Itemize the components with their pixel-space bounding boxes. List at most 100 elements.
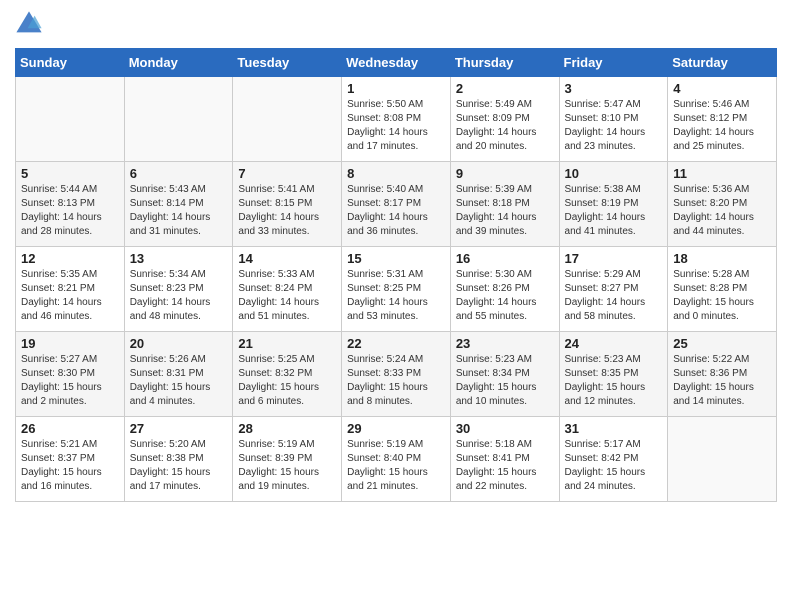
day-info: Sunrise: 5:25 AM Sunset: 8:32 PM Dayligh… bbox=[238, 353, 336, 409]
calendar-cell: 21 Sunrise: 5:25 AM Sunset: 8:32 PM Dayli… bbox=[233, 332, 342, 417]
day-number: 7 bbox=[238, 166, 336, 181]
calendar-week-4: 19 Sunrise: 5:27 AM Sunset: 8:30 PM Dayli… bbox=[16, 332, 777, 417]
calendar-cell: 6 Sunrise: 5:43 AM Sunset: 8:14 PM Daylig… bbox=[124, 162, 233, 247]
day-number: 28 bbox=[238, 421, 336, 436]
day-number: 19 bbox=[21, 336, 119, 351]
page-header bbox=[15, 10, 777, 38]
day-number: 17 bbox=[565, 251, 663, 266]
day-info: Sunrise: 5:28 AM Sunset: 8:28 PM Dayligh… bbox=[673, 268, 771, 324]
calendar-cell: 17Sunrise: 5:29 AM Sunset: 8:27 PM Dayli… bbox=[559, 247, 668, 332]
day-number: 23 bbox=[456, 336, 554, 351]
calendar-cell: 4Sunrise: 5:46 AM Sunset: 8:12 PM Daylig… bbox=[668, 77, 777, 162]
header-tuesday: Tuesday bbox=[233, 49, 342, 77]
day-info: Sunrise: 5:36 AM Sunset: 8:20 PM Dayligh… bbox=[673, 183, 771, 239]
calendar-cell: 28 Sunrise: 5:19 AM Sunset: 8:39 PM Dayli… bbox=[233, 417, 342, 502]
calendar-cell: 23 Sunrise: 5:23 AM Sunset: 8:34 PM Dayli… bbox=[450, 332, 559, 417]
calendar-cell bbox=[668, 417, 777, 502]
day-info: Sunrise: 5:30 AM Sunset: 8:26 PM Dayligh… bbox=[456, 268, 554, 324]
day-info: Sunrise: 5:34 AM Sunset: 8:23 PM Dayligh… bbox=[130, 268, 228, 324]
day-number: 21 bbox=[238, 336, 336, 351]
day-number: 14 bbox=[238, 251, 336, 266]
day-number: 4 bbox=[673, 81, 771, 96]
calendar-cell: 31 Sunrise: 5:17 AM Sunset: 8:42 PM Dayli… bbox=[559, 417, 668, 502]
calendar-week-5: 26 Sunrise: 5:21 AM Sunset: 8:37 PM Dayli… bbox=[16, 417, 777, 502]
calendar-cell: 24 Sunrise: 5:23 AM Sunset: 8:35 PM Dayli… bbox=[559, 332, 668, 417]
calendar-cell: 10 Sunrise: 5:38 AM Sunset: 8:19 PM Dayli… bbox=[559, 162, 668, 247]
day-number: 5 bbox=[21, 166, 119, 181]
day-number: 25 bbox=[673, 336, 771, 351]
day-info: Sunrise: 5:27 AM Sunset: 8:30 PM Dayligh… bbox=[21, 353, 119, 409]
day-number: 31 bbox=[565, 421, 663, 436]
day-number: 1 bbox=[347, 81, 445, 96]
logo-icon bbox=[15, 10, 43, 38]
day-number: 27 bbox=[130, 421, 228, 436]
day-number: 2 bbox=[456, 81, 554, 96]
day-info: Sunrise: 5:19 AM Sunset: 8:40 PM Dayligh… bbox=[347, 438, 445, 494]
day-info: Sunrise: 5:20 AM Sunset: 8:38 PM Dayligh… bbox=[130, 438, 228, 494]
header-saturday: Saturday bbox=[668, 49, 777, 77]
day-info: Sunrise: 5:50 AM Sunset: 8:08 PM Dayligh… bbox=[347, 98, 445, 154]
day-info: Sunrise: 5:26 AM Sunset: 8:31 PM Dayligh… bbox=[130, 353, 228, 409]
day-number: 6 bbox=[130, 166, 228, 181]
calendar-cell: 29 Sunrise: 5:19 AM Sunset: 8:40 PM Dayli… bbox=[342, 417, 451, 502]
calendar-table: SundayMondayTuesdayWednesdayThursdayFrid… bbox=[15, 48, 777, 502]
day-info: Sunrise: 5:19 AM Sunset: 8:39 PM Dayligh… bbox=[238, 438, 336, 494]
calendar-cell: 7 Sunrise: 5:41 AM Sunset: 8:15 PM Daylig… bbox=[233, 162, 342, 247]
day-number: 22 bbox=[347, 336, 445, 351]
day-info: Sunrise: 5:47 AM Sunset: 8:10 PM Dayligh… bbox=[565, 98, 663, 154]
calendar-cell: 26 Sunrise: 5:21 AM Sunset: 8:37 PM Dayli… bbox=[16, 417, 125, 502]
day-info: Sunrise: 5:35 AM Sunset: 8:21 PM Dayligh… bbox=[21, 268, 119, 324]
calendar-week-2: 5 Sunrise: 5:44 AM Sunset: 8:13 PM Daylig… bbox=[16, 162, 777, 247]
calendar-cell: 22 Sunrise: 5:24 AM Sunset: 8:33 PM Dayli… bbox=[342, 332, 451, 417]
calendar-cell: 27 Sunrise: 5:20 AM Sunset: 8:38 PM Dayli… bbox=[124, 417, 233, 502]
day-number: 24 bbox=[565, 336, 663, 351]
day-info: Sunrise: 5:23 AM Sunset: 8:35 PM Dayligh… bbox=[565, 353, 663, 409]
calendar-cell: 2 Sunrise: 5:49 AM Sunset: 8:09 PM Daylig… bbox=[450, 77, 559, 162]
header-monday: Monday bbox=[124, 49, 233, 77]
calendar-cell: 3 Sunrise: 5:47 AM Sunset: 8:10 PM Daylig… bbox=[559, 77, 668, 162]
header-thursday: Thursday bbox=[450, 49, 559, 77]
calendar-cell bbox=[233, 77, 342, 162]
calendar-cell: 25Sunrise: 5:22 AM Sunset: 8:36 PM Dayli… bbox=[668, 332, 777, 417]
calendar-cell: 11 Sunrise: 5:36 AM Sunset: 8:20 PM Dayli… bbox=[668, 162, 777, 247]
day-info: Sunrise: 5:43 AM Sunset: 8:14 PM Dayligh… bbox=[130, 183, 228, 239]
day-info: Sunrise: 5:41 AM Sunset: 8:15 PM Dayligh… bbox=[238, 183, 336, 239]
calendar-cell: 5 Sunrise: 5:44 AM Sunset: 8:13 PM Daylig… bbox=[16, 162, 125, 247]
calendar-cell: 9Sunrise: 5:39 AM Sunset: 8:18 PM Daylig… bbox=[450, 162, 559, 247]
header-sunday: Sunday bbox=[16, 49, 125, 77]
day-info: Sunrise: 5:33 AM Sunset: 8:24 PM Dayligh… bbox=[238, 268, 336, 324]
day-number: 12 bbox=[21, 251, 119, 266]
day-info: Sunrise: 5:49 AM Sunset: 8:09 PM Dayligh… bbox=[456, 98, 554, 154]
day-number: 8 bbox=[347, 166, 445, 181]
day-number: 29 bbox=[347, 421, 445, 436]
day-number: 18 bbox=[673, 251, 771, 266]
day-number: 13 bbox=[130, 251, 228, 266]
calendar-cell: 14 Sunrise: 5:33 AM Sunset: 8:24 PM Dayli… bbox=[233, 247, 342, 332]
logo bbox=[15, 10, 47, 38]
day-info: Sunrise: 5:17 AM Sunset: 8:42 PM Dayligh… bbox=[565, 438, 663, 494]
calendar-cell bbox=[16, 77, 125, 162]
day-info: Sunrise: 5:39 AM Sunset: 8:18 PM Dayligh… bbox=[456, 183, 554, 239]
day-info: Sunrise: 5:18 AM Sunset: 8:41 PM Dayligh… bbox=[456, 438, 554, 494]
day-number: 3 bbox=[565, 81, 663, 96]
day-info: Sunrise: 5:23 AM Sunset: 8:34 PM Dayligh… bbox=[456, 353, 554, 409]
day-info: Sunrise: 5:24 AM Sunset: 8:33 PM Dayligh… bbox=[347, 353, 445, 409]
day-number: 10 bbox=[565, 166, 663, 181]
calendar-week-3: 12 Sunrise: 5:35 AM Sunset: 8:21 PM Dayli… bbox=[16, 247, 777, 332]
calendar-cell: 18 Sunrise: 5:28 AM Sunset: 8:28 PM Dayli… bbox=[668, 247, 777, 332]
header-wednesday: Wednesday bbox=[342, 49, 451, 77]
day-info: Sunrise: 5:38 AM Sunset: 8:19 PM Dayligh… bbox=[565, 183, 663, 239]
calendar-header-row: SundayMondayTuesdayWednesdayThursdayFrid… bbox=[16, 49, 777, 77]
calendar-week-1: 1 Sunrise: 5:50 AM Sunset: 8:08 PM Daylig… bbox=[16, 77, 777, 162]
day-number: 11 bbox=[673, 166, 771, 181]
calendar-cell: 8 Sunrise: 5:40 AM Sunset: 8:17 PM Daylig… bbox=[342, 162, 451, 247]
day-info: Sunrise: 5:21 AM Sunset: 8:37 PM Dayligh… bbox=[21, 438, 119, 494]
day-number: 30 bbox=[456, 421, 554, 436]
calendar-cell: 19 Sunrise: 5:27 AM Sunset: 8:30 PM Dayli… bbox=[16, 332, 125, 417]
day-info: Sunrise: 5:40 AM Sunset: 8:17 PM Dayligh… bbox=[347, 183, 445, 239]
day-info: Sunrise: 5:44 AM Sunset: 8:13 PM Dayligh… bbox=[21, 183, 119, 239]
header-friday: Friday bbox=[559, 49, 668, 77]
day-number: 26 bbox=[21, 421, 119, 436]
day-number: 16 bbox=[456, 251, 554, 266]
calendar-cell: 12 Sunrise: 5:35 AM Sunset: 8:21 PM Dayli… bbox=[16, 247, 125, 332]
